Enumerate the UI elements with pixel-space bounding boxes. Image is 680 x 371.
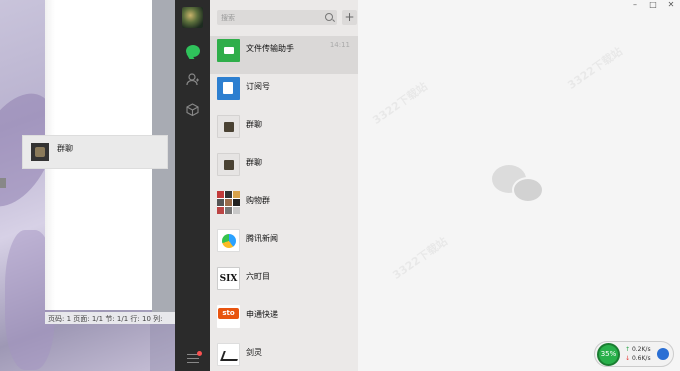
download-speed-value: 0.6K/s: [631, 355, 651, 362]
chat-item-six[interactable]: SIX 六町目: [210, 264, 358, 302]
tencent-news-icon: [217, 229, 240, 252]
document-status-bar: 页码: 1 页面: 1/1 节: 1/1 行: 10 列:: [45, 312, 175, 324]
user-avatar[interactable]: [182, 7, 203, 28]
chat-name: 订阅号: [246, 82, 270, 91]
download-speed: ↓ 0.6K/s: [625, 355, 651, 362]
chat-name: 腾讯新闻: [246, 234, 278, 243]
search-input[interactable]: 搜索: [217, 10, 337, 25]
sword-logo-icon: [217, 343, 240, 366]
download-arrow-icon: ↓: [625, 355, 631, 362]
group-avatar-icon: [217, 153, 240, 176]
search-placeholder: 搜索: [221, 14, 235, 22]
chat-item-shopping-group[interactable]: 购物群: [210, 188, 358, 226]
sto-logo-text: sto: [218, 308, 239, 319]
search-icon[interactable]: [325, 13, 333, 21]
file-transfer-icon: [217, 39, 240, 62]
chat-name: 购物群: [246, 196, 270, 205]
chat-item-file-transfer[interactable]: 文件传输助手 14:11: [210, 36, 358, 74]
add-button[interactable]: +: [342, 10, 357, 25]
group-avatar-icon: [217, 115, 240, 138]
upload-speed-value: 0.2K/s: [631, 346, 651, 353]
shopping-group-avatar-icon: [217, 191, 240, 214]
network-monitor-widget[interactable]: 35% ↑ 0.2K/s ↓ 0.6K/s: [594, 341, 674, 367]
close-icon[interactable]: ✕: [663, 0, 679, 10]
collections-icon[interactable]: [184, 101, 201, 118]
upload-arrow-icon: ↑: [625, 346, 631, 353]
chat-name: 申通快递: [246, 310, 278, 319]
chat-name: 剑灵: [246, 348, 262, 357]
subscription-icon: [217, 77, 240, 100]
chat-time: 14:11: [329, 41, 350, 49]
chat-item-group[interactable]: 群聊: [210, 112, 358, 150]
chat-name: 群聊: [246, 158, 262, 167]
upload-speed: ↑ 0.2K/s: [625, 346, 651, 353]
chat-name: 群聊: [246, 120, 262, 129]
chat-list-panel: 搜索 + 文件传输助手 14:11 订阅号 群聊 群聊 购物群 腾讯新闻 SIX…: [210, 0, 358, 371]
memory-usage-badge: 35%: [597, 343, 620, 366]
chat-item-group[interactable]: 群聊: [210, 150, 358, 188]
group-thumb-icon: [31, 143, 49, 161]
scroll-marker: [0, 178, 6, 188]
contacts-icon[interactable]: [184, 71, 201, 88]
six-logo-text: SIX: [219, 273, 238, 284]
accelerator-icon[interactable]: [657, 348, 669, 360]
chat-main-area: – □ ✕ 3322下载站 3322下载站 3322下载站: [358, 0, 680, 371]
chat-item-sto-express[interactable]: sto 申通快递: [210, 302, 358, 340]
drag-preview-label: 群聊: [57, 143, 73, 153]
minimize-icon[interactable]: –: [627, 0, 643, 10]
chat-item-blade-soul[interactable]: 剑灵: [210, 340, 358, 371]
six-logo-icon: SIX: [217, 267, 240, 290]
drag-preview: 群聊: [22, 135, 168, 169]
watermark-text: 3322下载站: [390, 234, 450, 282]
menu-icon[interactable]: [184, 350, 202, 367]
sto-logo-icon: sto: [217, 305, 240, 328]
watermark-text: 3322下载站: [565, 44, 625, 92]
chat-item-subscriptions[interactable]: 订阅号: [210, 74, 358, 112]
chat-name: 文件传输助手: [246, 44, 294, 53]
notification-dot: [196, 351, 202, 356]
maximize-icon[interactable]: □: [645, 0, 661, 10]
chat-icon[interactable]: [184, 42, 201, 59]
chat-name: 六町目: [246, 272, 270, 281]
wechat-nav-bar: [175, 0, 210, 371]
watermark-text: 3322下载站: [370, 79, 430, 127]
wechat-logo-icon: [492, 165, 548, 205]
chat-item-tencent-news[interactable]: 腾讯新闻: [210, 226, 358, 264]
